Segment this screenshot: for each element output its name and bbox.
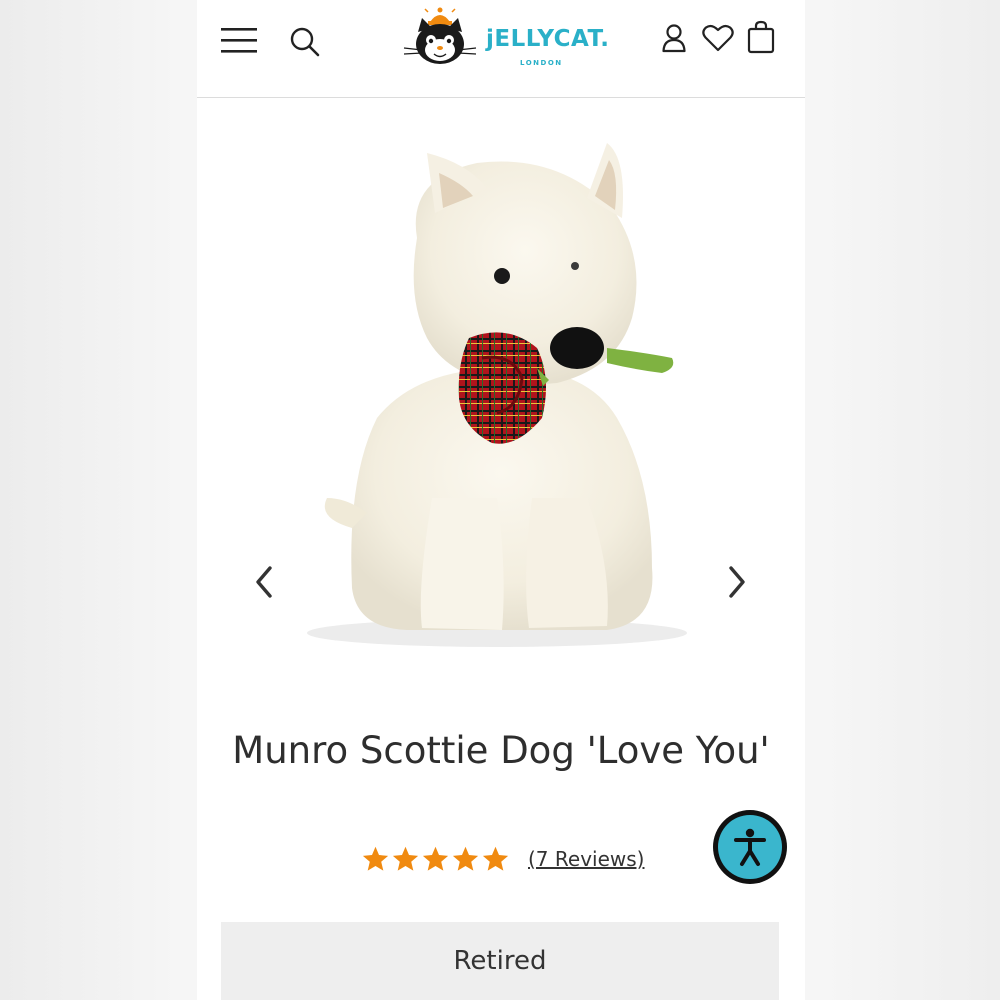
product-rating: (7 Reviews) — [361, 843, 644, 875]
heart-icon — [702, 24, 734, 52]
star-icon — [452, 846, 479, 871]
reviews-link[interactable]: (7 Reviews) — [528, 847, 644, 871]
shopping-bag-icon — [747, 20, 775, 54]
accessibility-button[interactable] — [713, 810, 787, 884]
logo-wordmark: jELLYCAT. — [486, 26, 610, 52]
wishlist-button[interactable] — [697, 18, 739, 58]
chevron-right-icon — [729, 566, 745, 598]
user-icon — [662, 24, 686, 53]
previous-image-button[interactable] — [244, 560, 284, 604]
cat-logo-icon — [403, 7, 477, 64]
product-title: Munro Scottie Dog 'Love You' — [232, 729, 770, 772]
site-header: jELLYCAT. LONDON — [197, 0, 805, 98]
bag-button[interactable] — [742, 16, 780, 58]
product-status-bar: Retired — [221, 922, 779, 1000]
star-icon — [422, 846, 449, 871]
search-button[interactable] — [285, 20, 325, 64]
product-gallery — [197, 98, 805, 698]
next-image-button[interactable] — [717, 560, 757, 604]
hamburger-menu-icon — [221, 28, 257, 53]
status-label: Retired — [453, 946, 547, 976]
product-image[interactable] — [257, 118, 757, 678]
chevron-left-icon — [256, 566, 272, 598]
menu-button[interactable] — [219, 20, 259, 60]
star-icon — [482, 846, 509, 871]
accessibility-person-icon — [734, 828, 766, 866]
rating-stars — [361, 845, 510, 873]
search-icon — [290, 27, 320, 57]
accessibility-button-inner — [718, 815, 782, 879]
jellycat-logo[interactable]: jELLYCAT. LONDON — [400, 4, 610, 74]
account-button[interactable] — [657, 18, 691, 58]
star-icon — [392, 846, 419, 871]
star-icon — [362, 846, 389, 871]
logo-subtext: LONDON — [520, 59, 563, 67]
